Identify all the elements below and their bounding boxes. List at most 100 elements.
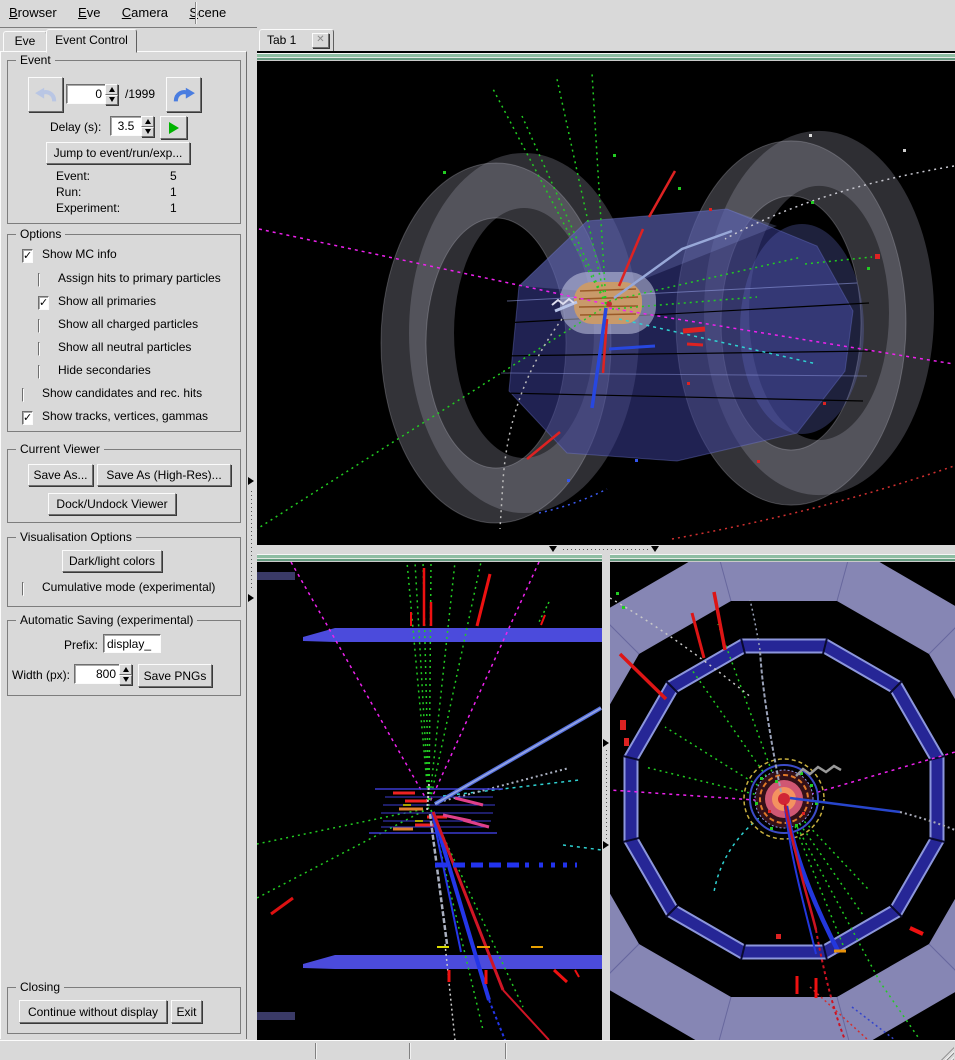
curved-arrow-left-icon (34, 85, 58, 105)
save-pngs-button[interactable]: Save PNGs (138, 664, 212, 687)
experiment-info-value: 1 (170, 201, 177, 215)
splitter-arrow-icon[interactable] (248, 477, 254, 485)
event-group: Event /1999 Delay ( (7, 60, 241, 224)
event-display-window: Browser Eve Camera Scene Eve Event Contr… (0, 0, 955, 1060)
closing-group: Closing Continue without display Exit (7, 987, 241, 1034)
panel-splitter[interactable] (246, 51, 257, 1038)
prefix-label: Prefix: (64, 638, 98, 652)
checkbox-show-mc-info[interactable]: ✓ (22, 249, 33, 263)
splitter-arrow-icon[interactable] (603, 841, 609, 849)
end-view-canvas[interactable] (610, 562, 955, 1040)
save-as-highres-button[interactable]: Save As (High-Res)... (97, 464, 231, 486)
menu-eve[interactable]: Eve (69, 0, 109, 27)
delay-input[interactable] (110, 116, 142, 136)
width-spin-up[interactable] (119, 664, 132, 675)
event-spin-up[interactable] (105, 84, 118, 95)
viewer-tab-bar: Tab 1 ✕ (257, 27, 955, 51)
save-as-button[interactable]: Save As... (28, 464, 93, 486)
checkbox-show-tracks[interactable]: ✓ (22, 411, 33, 425)
viewer-splitter-vertical[interactable] (602, 554, 610, 1040)
play-icon (169, 122, 179, 134)
viewer-header-strip (610, 554, 955, 562)
checkbox-show-all-charged[interactable] (38, 319, 40, 333)
event-group-title: Event (16, 53, 55, 67)
width-spinner (119, 664, 132, 685)
delay-spin-up[interactable] (141, 116, 154, 127)
checkbox-cumulative-mode[interactable] (22, 582, 24, 596)
main-3d-viewer[interactable] (257, 51, 955, 545)
viewer-header-strip (257, 53, 955, 61)
checkbox-row: Hide secondaries (38, 364, 40, 378)
run-info-label: Run: (56, 185, 81, 199)
end-view-viewer[interactable] (610, 554, 955, 1040)
splitter-arrow-icon[interactable] (248, 594, 254, 602)
delay-spinner (141, 116, 154, 137)
event-number-spinner (105, 84, 118, 105)
event-total-label: /1999 (125, 87, 155, 101)
viewer-splitter-horizontal[interactable] (257, 545, 955, 554)
closing-group-title: Closing (16, 980, 64, 994)
viewer-header-strip (257, 554, 602, 562)
tab-close-icon[interactable]: ✕ (312, 33, 329, 48)
checkbox-row: Show all charged particles (38, 318, 40, 332)
visualisation-options-group: Visualisation Options Dark/light colors … (7, 537, 241, 607)
tab-eve[interactable]: Eve (3, 31, 47, 51)
status-bar (0, 1040, 955, 1060)
tab-event-control[interactable]: Event Control (46, 29, 137, 53)
options-group: Options ✓ Show MC info Assign hits to pr… (7, 234, 241, 432)
current-viewer-title: Current Viewer (16, 442, 104, 456)
checkbox-assign-hits[interactable] (38, 273, 40, 287)
current-viewer-group: Current Viewer Save As... Save As (High-… (7, 449, 241, 523)
width-label: Width (px): (12, 668, 70, 682)
menu-browser[interactable]: Browser (0, 0, 66, 27)
dark-light-colors-button[interactable]: Dark/light colors (62, 550, 162, 572)
jump-to-event-button[interactable]: Jump to event/run/exp... (46, 142, 190, 164)
resize-grip-icon[interactable] (941, 1047, 954, 1060)
continue-without-display-button[interactable]: Continue without display (19, 1000, 167, 1023)
checkbox-row: Cumulative mode (experimental) (22, 581, 24, 595)
next-event-button[interactable] (166, 77, 201, 112)
exit-button[interactable]: Exit (171, 1000, 202, 1023)
checkbox-row: Show candidates and rec. hits (22, 387, 24, 401)
event-control-panel: Event /1999 Delay ( (0, 51, 247, 1039)
delay-spin-down[interactable] (141, 127, 154, 138)
side-view-canvas[interactable] (257, 562, 602, 1040)
main-3d-view-canvas[interactable] (257, 61, 955, 545)
menu-bar: Browser Eve Camera Scene (0, 0, 955, 28)
beamline-structures (257, 572, 602, 1020)
visualisation-options-title: Visualisation Options (16, 530, 136, 544)
side-view-viewer[interactable] (257, 554, 602, 1040)
event-spin-down[interactable] (105, 95, 118, 106)
event-info-value: 5 (170, 169, 177, 183)
checkbox-row: ✓ Show all primaries (38, 295, 49, 309)
dock-undock-button[interactable]: Dock/Undock Viewer (48, 493, 176, 515)
prev-event-button[interactable] (28, 77, 63, 112)
menu-camera[interactable]: Camera (113, 0, 177, 27)
experiment-info-label: Experiment: (56, 201, 120, 215)
checkbox-row: ✓ Show tracks, vertices, gammas (22, 410, 33, 424)
delay-label: Delay (s): (50, 120, 101, 134)
reco-tracks (271, 708, 601, 1040)
checkbox-row: Assign hits to primary particles (38, 272, 40, 286)
tab-1[interactable]: Tab 1 ✕ (259, 29, 334, 51)
width-input[interactable] (74, 664, 120, 684)
width-spin-down[interactable] (119, 675, 132, 686)
run-info-value: 1 (170, 185, 177, 199)
checkbox-hide-secondaries[interactable] (38, 365, 40, 379)
play-button[interactable] (160, 116, 187, 139)
prefix-input[interactable] (103, 634, 161, 653)
splitter-arrow-icon[interactable] (549, 546, 557, 552)
checkbox-show-all-primaries[interactable]: ✓ (38, 296, 49, 310)
splitter-arrow-icon[interactable] (603, 739, 609, 747)
checkbox-row: ✓ Show MC info (22, 248, 33, 262)
event-info-label: Event: (56, 169, 90, 183)
event-number-input[interactable] (66, 84, 106, 104)
checkbox-show-all-neutral[interactable] (38, 342, 40, 356)
options-group-title: Options (16, 227, 65, 241)
checkbox-show-candidates[interactable] (22, 388, 24, 402)
curved-arrow-right-icon (172, 85, 196, 105)
splitter-arrow-icon[interactable] (651, 546, 659, 552)
menu-divider (195, 2, 197, 24)
checkbox-row: Show all neutral particles (38, 341, 40, 355)
menu-scene[interactable]: Scene (180, 0, 235, 27)
